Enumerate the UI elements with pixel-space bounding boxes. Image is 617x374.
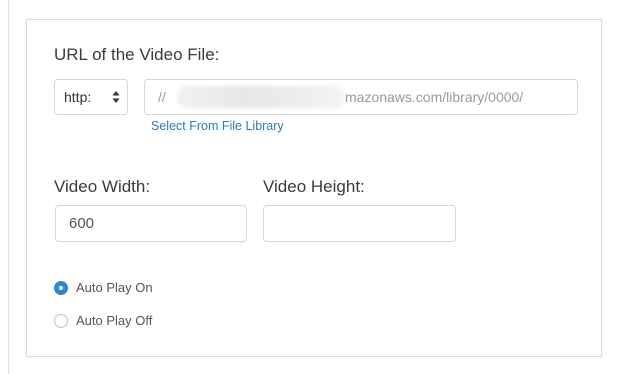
video-width-label: Video Width: (54, 177, 151, 196)
video-height-input[interactable] (263, 205, 456, 242)
url-prefix: // (158, 89, 166, 105)
video-url-input[interactable]: // mazonaws.com/library/0000/ (144, 79, 578, 115)
video-height-label: Video Height: (263, 177, 365, 196)
autoplay-on-radio[interactable] (54, 281, 68, 295)
autoplay-on-label: Auto Play On (76, 280, 153, 295)
video-width-value: 600 (69, 215, 95, 232)
protocol-select-value: http: (64, 89, 92, 105)
autoplay-off-radio[interactable] (54, 314, 68, 328)
redacted-url-segment (177, 86, 345, 108)
url-suffix: mazonaws.com/library/0000/ (345, 89, 524, 105)
select-arrows-icon (112, 91, 120, 103)
select-from-file-library-link[interactable]: Select From File Library (151, 119, 284, 133)
video-width-input[interactable]: 600 (55, 205, 247, 242)
url-label: URL of the Video File: (54, 45, 220, 64)
protocol-select[interactable]: http: (54, 79, 128, 115)
left-divider (8, 0, 9, 374)
autoplay-off-label: Auto Play Off (76, 313, 153, 328)
